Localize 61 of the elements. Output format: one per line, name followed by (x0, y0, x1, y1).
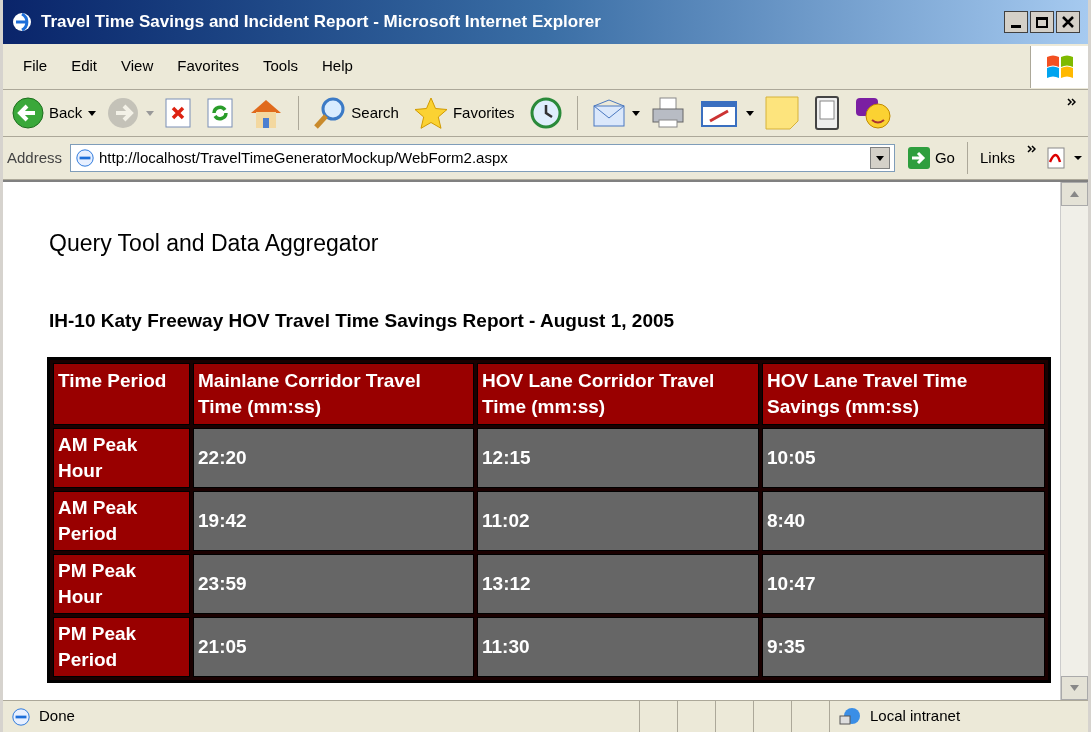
table-cell: 12:15 (477, 428, 759, 488)
table-cell: 11:02 (477, 491, 759, 551)
table-cell: 23:59 (193, 554, 474, 614)
column-header: HOV Lane Corridor Travel Time (mm:ss) (477, 363, 759, 425)
maximize-icon (1036, 16, 1048, 28)
caret-icon[interactable] (745, 110, 754, 116)
table-cell: 8:40 (762, 491, 1045, 551)
row-header: PM Peak Period (53, 617, 190, 677)
toolbar-button[interactable]: Favorites (408, 93, 519, 133)
row-header: PM Peak Hour (53, 554, 190, 614)
table-cell: 22:20 (193, 428, 474, 488)
chevron-icon[interactable] (1027, 145, 1036, 153)
menu-item[interactable]: Edit (59, 51, 110, 82)
row-header: AM Peak Period (53, 491, 190, 551)
maximize-button[interactable] (1030, 11, 1054, 33)
caret-icon[interactable] (88, 110, 97, 116)
caret-icon[interactable] (631, 110, 640, 116)
minimize-icon (1011, 25, 1021, 28)
chevron-icon[interactable] (1067, 98, 1076, 106)
column-header: HOV Lane Travel Time Savings (mm:ss) (762, 363, 1045, 425)
links-button[interactable]: Links (975, 146, 1019, 170)
close-icon (1062, 16, 1074, 28)
table-cell: 10:05 (762, 428, 1045, 488)
security-zone: Local intranet (870, 706, 961, 727)
star-icon (412, 96, 449, 130)
minimize-button[interactable] (1004, 11, 1028, 33)
close-button[interactable] (1056, 11, 1080, 33)
table-cell: 10:47 (762, 554, 1045, 614)
row-header: AM Peak Hour (53, 428, 190, 488)
toolbar-button[interactable]: Back (7, 93, 87, 133)
vertical-scrollbar[interactable] (1060, 182, 1088, 700)
toolbar-button[interactable]: Search (309, 93, 403, 133)
document-icon[interactable] (1044, 146, 1084, 170)
table-cell: 9:35 (762, 617, 1045, 677)
status-text: Done (39, 706, 75, 727)
dropdown-icon[interactable] (869, 147, 890, 169)
window-title: Travel Time Savings and Incident Report - Microsoft Internet Explorer (41, 11, 602, 34)
arrow-right-icon (906, 146, 931, 170)
table-cell: 19:42 (193, 491, 474, 551)
scroll-up-icon[interactable] (1061, 182, 1088, 206)
table-cell: 11:30 (477, 617, 759, 677)
page-icon (75, 148, 96, 168)
browser-icon (11, 11, 33, 33)
column-header: Time Period (53, 363, 190, 425)
menu-item[interactable]: Tools (250, 51, 310, 82)
table-cell: 13:12 (477, 554, 759, 614)
go-button[interactable]: Go (902, 146, 959, 170)
menu-item[interactable]: View (109, 51, 166, 82)
menu-item[interactable]: Help (310, 51, 365, 82)
scroll-down-icon[interactable] (1061, 676, 1088, 700)
page-icon (11, 706, 31, 727)
table-cell: 21:05 (193, 617, 474, 677)
network-icon (838, 705, 862, 728)
column-header: Mainlane Corridor Travel Time (mm:ss) (193, 363, 474, 425)
menu-item[interactable]: Favorites (165, 51, 251, 82)
address-label: Address (7, 147, 63, 168)
address-field[interactable]: http://localhost/TravelTimeGeneratorMockup/WebForm2.aspx (70, 144, 895, 172)
menu-item[interactable]: File (11, 51, 60, 82)
page-heading: Query Tool and Data Aggregator (49, 229, 380, 258)
report-title: IH-10 Katy Freeway HOV Travel Time Savings Report - August 1, 2005 (49, 308, 676, 333)
arrow-left-icon (11, 96, 45, 130)
